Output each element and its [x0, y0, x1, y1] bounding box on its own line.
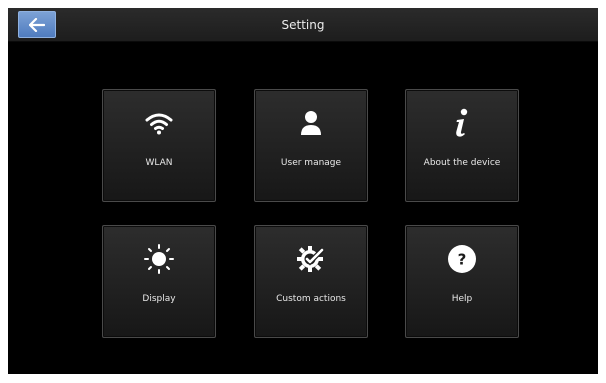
settings-screen: Setting WLAN User manage About the devic…	[8, 8, 598, 374]
wifi-icon	[145, 113, 173, 135]
svg-text:?: ?	[458, 251, 467, 269]
tile-label: Display	[142, 294, 176, 304]
tile-custom-actions[interactable]: Custom actions	[254, 225, 368, 338]
tile-user-manage[interactable]: User manage	[254, 89, 368, 202]
user-icon	[301, 111, 321, 135]
gear-check-icon	[297, 246, 325, 272]
title-bar: Setting	[8, 8, 598, 42]
tile-help[interactable]: ? Help	[405, 225, 519, 338]
brightness-icon	[144, 244, 174, 274]
info-icon	[456, 108, 468, 137]
tile-label: User manage	[280, 158, 342, 168]
tile-display[interactable]: Display	[102, 225, 216, 338]
tile-label: Help	[451, 294, 473, 304]
tile-label: About the device	[423, 158, 501, 168]
page-title: Setting	[281, 18, 325, 32]
tile-wlan[interactable]: WLAN	[102, 89, 216, 202]
help-icon: ?	[448, 245, 476, 273]
tile-about-device[interactable]: About the device	[405, 89, 519, 202]
tile-label: Custom actions	[276, 294, 346, 304]
tile-label: WLAN	[145, 158, 173, 168]
